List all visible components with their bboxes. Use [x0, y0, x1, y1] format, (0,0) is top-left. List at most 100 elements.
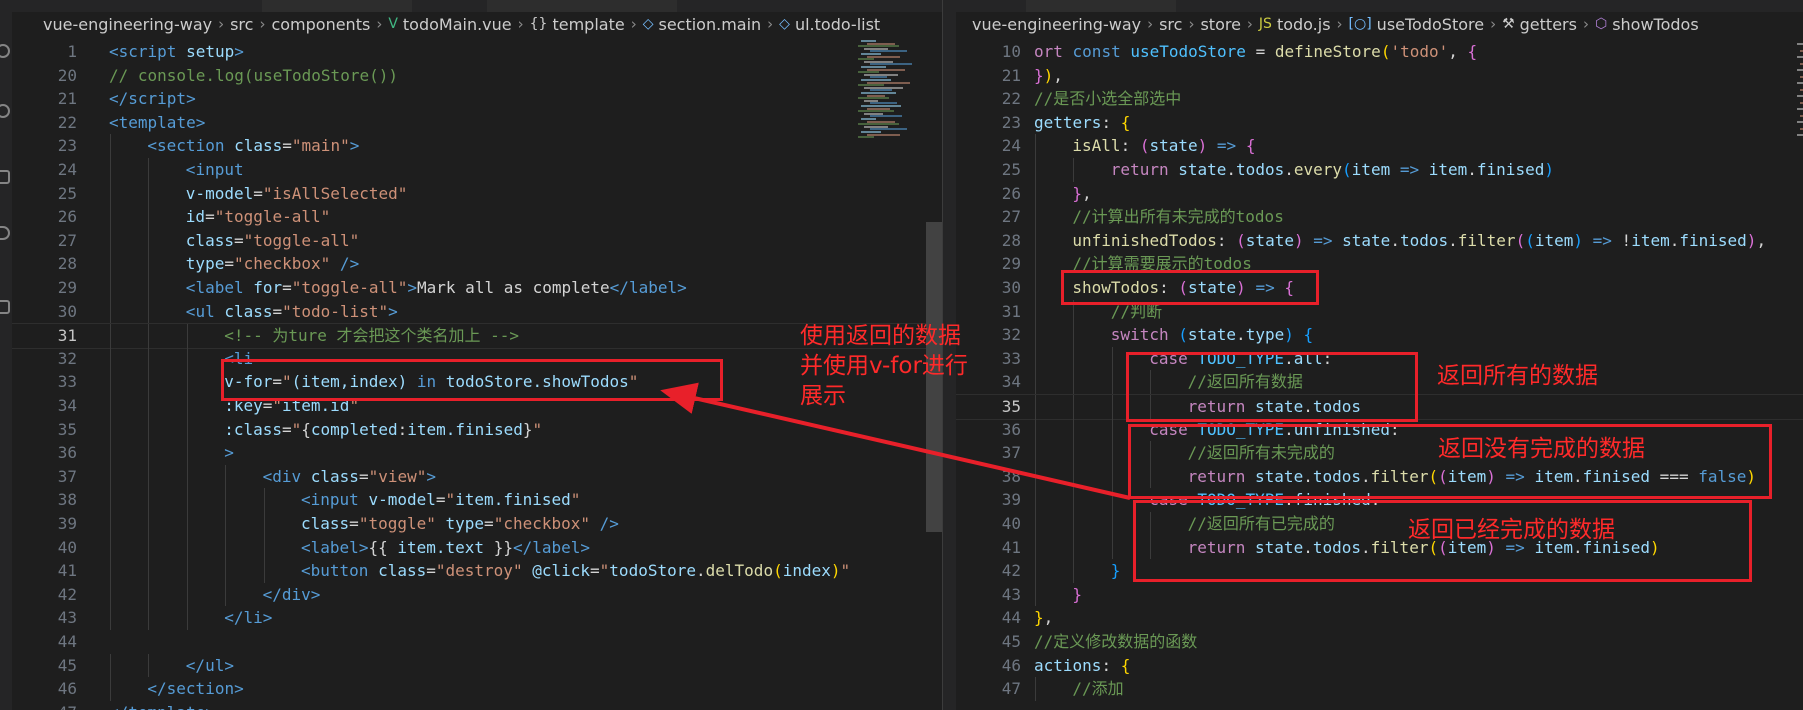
run-debug-icon[interactable] [0, 226, 10, 240]
breadcrumb-item[interactable]: [○] useTodoStore [1349, 15, 1485, 34]
code-line[interactable]: 44}, [956, 606, 1803, 630]
code-line[interactable]: 37 //返回所有未完成的 [956, 441, 1803, 465]
line-number: 23 [57, 136, 77, 156]
breadcrumb-item[interactable]: src [230, 15, 253, 34]
code-line[interactable]: 32 switch (state.type) { [956, 323, 1803, 347]
code-line[interactable]: 26}, [956, 181, 1803, 206]
right-editor-pane[interactable]: vue-engineering-way › src › store › JS todo.js ›… [956, 0, 1803, 710]
line-number: 39 [1001, 490, 1021, 510]
code-line[interactable]: 35:class="{completed:item.finised}" [12, 417, 942, 442]
left-editor-pane[interactable]: vue-engineering-way › src › components › Vtodo… [12, 0, 942, 710]
explorer-icon[interactable] [0, 44, 10, 58]
search-icon[interactable] [0, 104, 10, 118]
code-line[interactable]: 38 return state.todos.filter((item) => it… [956, 464, 1803, 489]
code-line[interactable]: 26 id="toggle-all" [12, 205, 942, 229]
breadcrumb-item[interactable]: ⬡ showTodos [1595, 15, 1699, 34]
code-line[interactable]: 31 <!-- 为ture 才会把这个类名加上 --> [12, 323, 942, 350]
breadcrumb-item[interactable]: JS todo.js [1259, 15, 1331, 34]
code-line[interactable]: 41 return state.todos.filter((item) => it… [956, 535, 1803, 560]
code-line[interactable]: 25 return state.todos.every(item => item.… [956, 158, 1803, 182]
code-line[interactable]: 39 case TODO_TYPE.finished: [956, 488, 1803, 512]
breadcrumb-item[interactable]: components [271, 15, 370, 34]
code-line[interactable]: 40 //返回所有已完成的 [956, 512, 1803, 536]
breadcrumb-item[interactable]: ◇ section.main [643, 15, 761, 34]
code-line[interactable]: 46 actions: { [956, 654, 1803, 678]
code-line[interactable]: 27 class="toggle-all" [12, 228, 942, 253]
code-line[interactable]: 22 <template> [12, 111, 942, 135]
breadcrumb-item[interactable]: {} template [530, 15, 625, 34]
code-line[interactable]: 24 <input [12, 158, 942, 182]
code-line[interactable]: 28 unfinishedTodos: (state) => state.todo… [956, 228, 1803, 253]
breadcrumb-separator-icon: › [1188, 15, 1195, 33]
breadcrumb-item[interactable]: src [1159, 15, 1182, 34]
code-line[interactable]: 30 <ul class="todo-list"> [12, 299, 942, 324]
right-minimap[interactable] [1793, 40, 1803, 140]
code-line[interactable]: 29 <label for="toggle-all">Mark all as co… [12, 276, 942, 300]
breadcrumb-item[interactable]: vue-engineering-way [972, 15, 1141, 34]
code-line[interactable]: 44 [12, 630, 942, 654]
code-line[interactable]: 47 //添加 [956, 677, 1803, 701]
code-line[interactable]: 32 <li [12, 346, 942, 371]
code-line[interactable]: 28 type="checkbox" /> [12, 252, 942, 276]
code-line[interactable]: 23 getters: { [956, 111, 1803, 135]
left-editor-tab[interactable] [487, 0, 677, 12]
code-line[interactable]: 40 <label>{{ item.text }}</label> [12, 535, 942, 560]
code-line[interactable]: 23 <section class="main"> [12, 134, 942, 158]
breadcrumb-item[interactable]: VtodoMain.vue [388, 15, 511, 34]
code-line[interactable]: 31 //判断 [956, 299, 1803, 324]
code-line[interactable]: 36 > [12, 441, 942, 465]
code-line[interactable]: 20 // console.log(useTodoStore()) [12, 64, 942, 88]
code-line[interactable]: 24 isAll: (state) => { [956, 134, 1803, 158]
code-line[interactable]: 46 </section> [12, 677, 942, 701]
code-line[interactable]: 10 ort const useTodoStore = defineStore('… [956, 40, 1803, 64]
indent-guide [263, 535, 265, 560]
code-line[interactable]: 27 //计算出所有未完成的todos [956, 205, 1803, 229]
breadcrumb-item[interactable]: store [1200, 15, 1240, 34]
code-line[interactable]: 21 </script> [12, 87, 942, 111]
code-line[interactable]: 35 return state.todos [956, 394, 1803, 420]
breadcrumb-separator-icon: › [376, 15, 383, 33]
code-line[interactable]: 29 //计算需要展示的todos [956, 252, 1803, 276]
code-line[interactable]: 42 </div> [12, 582, 942, 607]
extensions-icon[interactable] [0, 300, 10, 314]
code-line[interactable]: 22 //是否小选全部选中 [956, 87, 1803, 111]
code-line[interactable]: 39 class="toggle" type="checkbox" /> [12, 512, 942, 536]
code-token: </ [224, 608, 244, 628]
code-line[interactable]: 25 v-model="isAllSelected" [12, 181, 942, 206]
code-line[interactable]: 42} [956, 559, 1803, 583]
code-line[interactable]: 33 case TODO_TYPE.all: [956, 346, 1803, 371]
code-token: @click [522, 561, 591, 581]
source-control-icon[interactable] [0, 170, 10, 184]
line-number: 26 [1001, 183, 1021, 203]
indent-guide [225, 559, 227, 583]
code-line[interactable]: 34:key="item.id" [12, 394, 942, 418]
code-line[interactable]: 47 </template> [12, 701, 942, 710]
breadcrumb-item[interactable]: ⚒ getters [1502, 15, 1577, 34]
code-line[interactable]: 45 //定义修改数据的函数 [956, 630, 1803, 654]
left-minimap[interactable] [854, 40, 924, 140]
code-line[interactable]: 34 //返回所有数据 [956, 370, 1803, 394]
code-token: < [109, 112, 119, 132]
indent-guide [110, 181, 111, 206]
left-editor-tab[interactable] [262, 0, 412, 12]
code-line[interactable]: 38 <input v-model="item.finised" [12, 488, 942, 512]
code-token: = [282, 278, 292, 297]
code-line[interactable]: 43 </li> [12, 606, 942, 630]
code-line[interactable]: 43} [956, 582, 1803, 607]
code-line[interactable]: 30 showTodos: (state) => { [956, 276, 1803, 300]
code-line[interactable]: 33 v-for="(item,index) in todoStore.showT… [12, 370, 942, 394]
code-token: //计算需要展示的todos [1072, 254, 1252, 274]
code-line[interactable]: 37 <div class="view"> [12, 464, 942, 489]
breadcrumb-item[interactable]: vue-engineering-way [43, 15, 212, 34]
code-token: . [1467, 160, 1477, 179]
right-editor-tab[interactable] [1026, 0, 1176, 12]
code-line[interactable]: 41 <button class="destroy" @click="todoSt… [12, 559, 942, 583]
code-line[interactable]: 21}), [956, 64, 1803, 88]
code-line[interactable]: 45 </ul> [12, 653, 942, 678]
indent-guide [110, 512, 111, 536]
editor-group-splitter[interactable] [942, 0, 957, 710]
code-line[interactable]: 36 case TODO_TYPE.unfinished: [956, 417, 1803, 442]
code-line[interactable]: 1 <script setup> [12, 40, 942, 64]
breadcrumb-item[interactable]: ◇ ul.todo-list [779, 15, 880, 34]
left-vertical-scrollbar[interactable] [926, 222, 942, 532]
